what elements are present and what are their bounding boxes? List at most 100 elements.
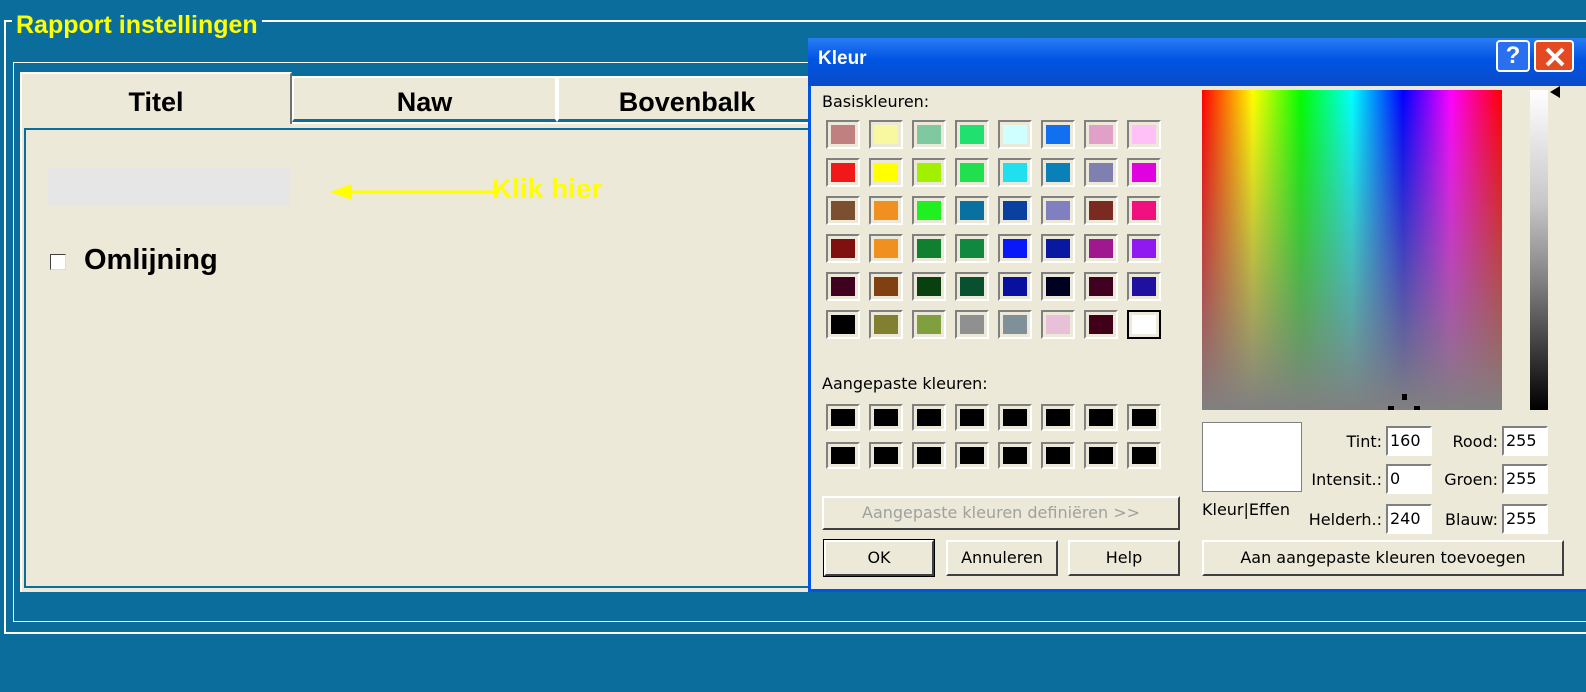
tab-titel[interactable]: Titel bbox=[20, 72, 292, 124]
basic-color-cell[interactable] bbox=[826, 272, 860, 301]
basic-color-fill bbox=[831, 315, 855, 334]
basic-color-cell[interactable] bbox=[826, 158, 860, 187]
luminance-pointer-icon[interactable] bbox=[1550, 86, 1562, 98]
custom-color-cell[interactable] bbox=[1041, 404, 1075, 431]
custom-color-fill bbox=[1003, 447, 1027, 464]
cancel-button[interactable]: Annuleren bbox=[946, 540, 1058, 576]
custom-color-cell[interactable] bbox=[955, 442, 989, 469]
outline-checkbox[interactable] bbox=[50, 254, 66, 270]
basic-color-cell[interactable] bbox=[1127, 272, 1161, 301]
custom-color-cell[interactable] bbox=[1127, 404, 1161, 431]
intensity-field[interactable]: 0 bbox=[1386, 464, 1432, 494]
basic-color-cell[interactable] bbox=[1127, 120, 1161, 149]
basic-color-cell[interactable] bbox=[998, 272, 1032, 301]
basic-color-cell[interactable] bbox=[955, 234, 989, 263]
basic-color-cell[interactable] bbox=[869, 272, 903, 301]
basic-color-cell[interactable] bbox=[1084, 272, 1118, 301]
basic-color-cell[interactable] bbox=[869, 310, 903, 339]
custom-color-cell[interactable] bbox=[869, 442, 903, 469]
basic-color-cell[interactable] bbox=[1127, 310, 1161, 339]
basic-color-cell[interactable] bbox=[955, 272, 989, 301]
color-spectrum[interactable] bbox=[1202, 90, 1502, 410]
green-field[interactable]: 255 bbox=[1502, 464, 1548, 494]
basic-color-cell[interactable] bbox=[998, 196, 1032, 225]
custom-color-cell[interactable] bbox=[826, 404, 860, 431]
custom-color-cell[interactable] bbox=[955, 404, 989, 431]
tint-field[interactable]: 160 bbox=[1386, 426, 1432, 456]
custom-color-cell[interactable] bbox=[998, 442, 1032, 469]
basic-color-cell[interactable] bbox=[1041, 158, 1075, 187]
luminance-slider[interactable] bbox=[1530, 90, 1548, 410]
basic-color-cell[interactable] bbox=[998, 234, 1032, 263]
custom-color-cell[interactable] bbox=[998, 404, 1032, 431]
basic-color-cell[interactable] bbox=[955, 196, 989, 225]
basic-color-fill bbox=[874, 201, 898, 220]
color-swatch-button[interactable] bbox=[48, 168, 290, 206]
basic-color-cell[interactable] bbox=[1127, 196, 1161, 225]
basic-color-cell[interactable] bbox=[1084, 196, 1118, 225]
close-icon[interactable] bbox=[1534, 40, 1574, 72]
basic-color-cell[interactable] bbox=[998, 310, 1032, 339]
basic-color-cell[interactable] bbox=[912, 158, 946, 187]
define-custom-colors-button[interactable]: Aangepaste kleuren definiëren >> bbox=[822, 496, 1180, 530]
basic-color-fill bbox=[1089, 125, 1113, 144]
basic-color-cell[interactable] bbox=[1041, 120, 1075, 149]
basic-color-cell[interactable] bbox=[1041, 196, 1075, 225]
basic-color-cell[interactable] bbox=[1127, 158, 1161, 187]
red-field[interactable]: 255 bbox=[1502, 426, 1548, 456]
basic-color-cell[interactable] bbox=[955, 310, 989, 339]
custom-color-fill bbox=[1089, 409, 1113, 426]
basic-color-cell[interactable] bbox=[826, 234, 860, 263]
custom-color-cell[interactable] bbox=[1041, 442, 1075, 469]
basic-color-cell[interactable] bbox=[869, 234, 903, 263]
arrow-left-icon bbox=[330, 184, 500, 200]
basic-color-cell[interactable] bbox=[912, 120, 946, 149]
dialog-titlebar[interactable] bbox=[808, 38, 1586, 86]
basic-color-cell[interactable] bbox=[869, 196, 903, 225]
custom-color-cell[interactable] bbox=[1084, 442, 1118, 469]
custom-color-cell[interactable] bbox=[826, 442, 860, 469]
ok-button[interactable]: OK bbox=[823, 539, 935, 577]
help-icon[interactable]: ? bbox=[1496, 40, 1530, 72]
custom-color-cell[interactable] bbox=[869, 404, 903, 431]
custom-color-cell[interactable] bbox=[912, 442, 946, 469]
basic-color-cell[interactable] bbox=[912, 272, 946, 301]
basic-color-cell[interactable] bbox=[1084, 310, 1118, 339]
basic-color-cell[interactable] bbox=[998, 158, 1032, 187]
basic-color-cell[interactable] bbox=[1084, 120, 1118, 149]
basic-color-cell[interactable] bbox=[998, 120, 1032, 149]
basic-color-fill bbox=[1089, 315, 1113, 334]
basic-color-cell[interactable] bbox=[1041, 272, 1075, 301]
preview-label: Kleur|Effen bbox=[1202, 500, 1291, 519]
basic-color-cell[interactable] bbox=[912, 234, 946, 263]
basic-color-fill bbox=[1046, 315, 1070, 334]
basic-color-cell[interactable] bbox=[1127, 234, 1161, 263]
basic-color-fill bbox=[1089, 277, 1113, 296]
basic-color-cell[interactable] bbox=[1084, 158, 1118, 187]
basic-color-cell[interactable] bbox=[1041, 234, 1075, 263]
basic-color-cell[interactable] bbox=[912, 310, 946, 339]
custom-color-cell[interactable] bbox=[912, 404, 946, 431]
basic-color-cell[interactable] bbox=[869, 158, 903, 187]
basic-color-cell[interactable] bbox=[1084, 234, 1118, 263]
basic-color-cell[interactable] bbox=[826, 120, 860, 149]
basic-color-cell[interactable] bbox=[912, 196, 946, 225]
add-to-custom-colors-button[interactable]: Aan aangepaste kleuren toevoegen bbox=[1202, 540, 1564, 576]
basic-color-cell[interactable] bbox=[1041, 310, 1075, 339]
custom-color-cell[interactable] bbox=[1084, 404, 1118, 431]
basic-color-cell[interactable] bbox=[869, 120, 903, 149]
basic-color-cell[interactable] bbox=[955, 120, 989, 149]
custom-color-cell[interactable] bbox=[1127, 442, 1161, 469]
blue-field[interactable]: 255 bbox=[1502, 504, 1548, 534]
basic-color-cell[interactable] bbox=[826, 196, 860, 225]
basic-color-fill bbox=[1003, 201, 1027, 220]
help-button[interactable]: Help bbox=[1068, 540, 1180, 576]
basic-color-cell[interactable] bbox=[826, 310, 860, 339]
custom-color-fill bbox=[1132, 447, 1156, 464]
tab-naw[interactable]: Naw bbox=[292, 76, 557, 122]
outline-checkbox-label[interactable]: Omlijning bbox=[84, 242, 218, 278]
tab-bovenbalk[interactable]: Bovenbalk bbox=[557, 76, 817, 122]
brightness-field[interactable]: 240 bbox=[1386, 504, 1432, 534]
basic-color-cell[interactable] bbox=[955, 158, 989, 187]
basic-color-fill bbox=[960, 125, 984, 144]
